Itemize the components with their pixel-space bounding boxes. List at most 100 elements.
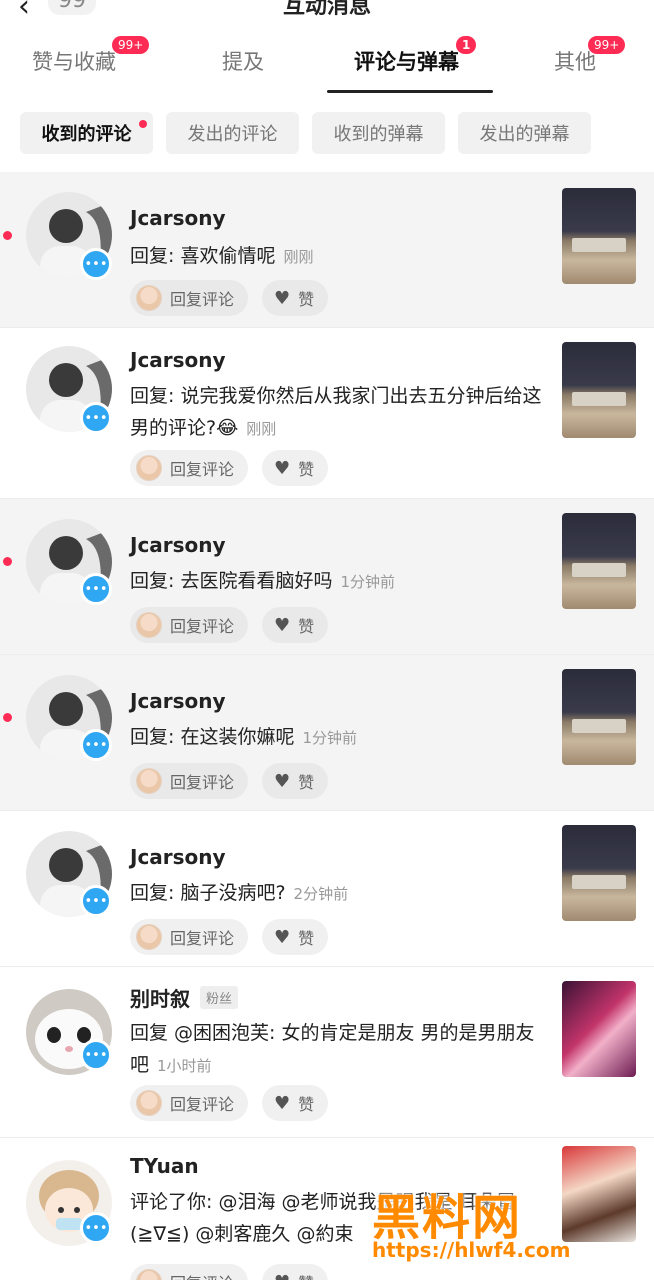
like-button[interactable]: ♥赞	[262, 450, 329, 486]
like-button[interactable]: ♥赞	[262, 280, 329, 316]
like-button[interactable]: ♥赞	[262, 919, 329, 955]
reply-comment-button[interactable]: 回复评论	[130, 1085, 249, 1121]
list-item[interactable]: ••• Jcarsony 回复: 喜欢偷情呢 刚刚 回复评论 ♥ 赞	[0, 172, 654, 328]
tab-badge: 99+	[588, 36, 626, 54]
username[interactable]: Jcarsony	[130, 689, 226, 713]
comment-text: 回复: 喜欢偷情呢 刚刚	[130, 245, 314, 267]
item-actions: 回复评论 ♥赞	[130, 919, 329, 955]
list-item[interactable]: ••• Jcarsony 回复: 在这装你嫲呢 1分钟前 回复评论 ♥ 赞	[0, 655, 654, 811]
item-actions: 回复评论 ♥赞	[130, 763, 329, 799]
tab-badge: 1	[456, 36, 477, 54]
like-button[interactable]: ♥赞	[262, 763, 329, 799]
list-item[interactable]: ••• TYuan 评论了你: @泪海 @老师说我是眼我是 耳朵冒 (≧∇≦) …	[0, 1138, 654, 1280]
unread-dot	[3, 713, 12, 722]
tab-label: 赞与收藏	[32, 50, 116, 74]
fan-tag: 粉丝	[200, 986, 239, 1009]
list-item[interactable]: ••• Jcarsony 回复: 说完我爱你然后从我家门出去五分钟后给这男的评论…	[0, 328, 654, 499]
list-item[interactable]: ••• 别时叙 粉丝 回复 @困困泡芙: 女的肯定是朋友 男的是男朋友吧 1小时前 …	[0, 967, 654, 1138]
tab-badge: 99+	[112, 36, 150, 54]
comment-text: 回复: 在这装你嫲呢 1分钟前	[130, 726, 357, 748]
like-button[interactable]: ♥赞	[262, 607, 329, 643]
comment-text: 回复: 脑子没病吧? 2分钟前	[130, 882, 349, 904]
tab-other[interactable]: 其他 99+	[554, 36, 626, 76]
comment-icon: •••	[80, 885, 112, 917]
page-title: 互动消息	[282, 0, 371, 19]
filter-sent-danmaku[interactable]: 发出的弹幕	[458, 112, 591, 154]
username[interactable]: TYuan	[130, 1154, 199, 1178]
item-actions: 回复评论 ♥赞	[130, 280, 329, 316]
like-button[interactable]: ♥赞	[262, 1085, 329, 1121]
username[interactable]: Jcarsony	[130, 206, 226, 230]
filter-received-danmaku[interactable]: 收到的弹幕	[312, 112, 445, 154]
my-avatar-icon	[136, 924, 162, 950]
filter-label: 收到的弹幕	[333, 124, 424, 145]
post-thumbnail[interactable]	[562, 1146, 636, 1242]
comment-text: 评论了你: @泪海 @老师说我是眼我是 耳朵冒 (≧∇≦) @刺客鹿久 @約束	[130, 1191, 516, 1245]
comment-icon: •••	[80, 573, 112, 605]
heart-icon: ♥	[274, 457, 291, 479]
reply-comment-button[interactable]: 回复评论	[130, 280, 249, 316]
my-avatar-icon	[136, 768, 162, 794]
my-avatar-icon	[136, 1269, 162, 1280]
username[interactable]: 别时叙 粉丝	[130, 983, 239, 1012]
like-button[interactable]: ♥赞	[262, 1264, 329, 1280]
my-avatar-icon	[136, 612, 162, 638]
tab-mentions[interactable]: 提及	[222, 46, 264, 76]
comment-list: ••• Jcarsony 回复: 喜欢偷情呢 刚刚 回复评论 ♥ 赞 ••• Jca…	[0, 172, 654, 1280]
comment-text: 回复: 说完我爱你然后从我家门出去五分钟后给这男的评论?😂 刚刚	[130, 385, 542, 439]
comment-icon: •••	[80, 729, 112, 761]
tab-label: 其他	[554, 50, 596, 74]
filter-label: 发出的评论	[187, 124, 278, 145]
filter-label: 收到的评论	[41, 124, 132, 145]
item-actions: 回复评论 ♥赞	[130, 1085, 329, 1121]
filter-received-comments[interactable]: 收到的评论	[20, 112, 153, 154]
item-actions: 回复评论 ♥赞	[130, 607, 329, 643]
tab-label: 评论与弹幕	[354, 50, 459, 74]
heart-icon: ♥	[274, 287, 291, 309]
filter-label: 发出的弹幕	[479, 124, 570, 145]
timestamp: 1小时前	[157, 1057, 212, 1075]
header: ‹ 99 互动消息	[0, 0, 654, 30]
reply-comment-button[interactable]: 回复评论	[130, 1264, 249, 1280]
post-thumbnail[interactable]	[562, 188, 636, 284]
username[interactable]: Jcarsony	[130, 845, 226, 869]
username[interactable]: Jcarsony	[130, 533, 226, 557]
username[interactable]: Jcarsony	[130, 348, 226, 372]
filter-bar: 收到的评论 发出的评论 收到的弹幕 发出的弹幕	[0, 108, 654, 158]
comment-text: 回复 @困困泡芙: 女的肯定是朋友 男的是男朋友吧 1小时前	[130, 1022, 535, 1076]
comment-icon: •••	[80, 402, 112, 434]
reply-comment-button[interactable]: 回复评论	[130, 919, 249, 955]
post-thumbnail[interactable]	[562, 342, 636, 438]
my-avatar-icon	[136, 285, 162, 311]
heart-icon: ♥	[274, 770, 291, 792]
unread-dot	[3, 231, 12, 240]
timestamp: 刚刚	[246, 420, 277, 438]
comment-icon: •••	[80, 1212, 112, 1244]
heart-icon: ♥	[274, 1272, 290, 1280]
heart-icon: ♥	[274, 926, 291, 948]
my-avatar-icon	[136, 455, 162, 481]
post-thumbnail[interactable]	[562, 513, 636, 609]
post-thumbnail[interactable]	[562, 669, 636, 765]
tab-comments-danmaku[interactable]: 评论与弹幕 1	[354, 36, 477, 76]
reply-comment-button[interactable]: 回复评论	[130, 607, 249, 643]
timestamp: 1分钟前	[340, 573, 395, 591]
timestamp: 2分钟前	[293, 885, 349, 903]
list-item[interactable]: ••• Jcarsony 回复: 脑子没病吧? 2分钟前 回复评论 ♥ 赞	[0, 811, 654, 967]
item-actions: 回复评论 ♥赞	[130, 1264, 329, 1280]
comment-icon: •••	[80, 248, 112, 280]
heart-icon: ♥	[274, 614, 291, 636]
filter-sent-comments[interactable]: 发出的评论	[166, 112, 299, 154]
post-thumbnail[interactable]	[562, 825, 636, 921]
my-avatar-icon	[136, 1090, 162, 1116]
reply-comment-button[interactable]: 回复评论	[130, 763, 249, 799]
post-thumbnail[interactable]	[562, 981, 636, 1077]
active-tab-indicator	[327, 90, 493, 93]
heart-icon: ♥	[274, 1092, 291, 1114]
tab-likes-favorites[interactable]: 赞与收藏 99+	[32, 36, 150, 76]
comment-icon: •••	[80, 1039, 112, 1071]
list-item[interactable]: ••• Jcarsony 回复: 去医院看看脑好吗 1分钟前 回复评论 ♥ 赞	[0, 499, 654, 655]
item-actions: 回复评论 ♥赞	[130, 450, 329, 486]
reply-comment-button[interactable]: 回复评论	[130, 450, 249, 486]
tab-label: 提及	[222, 50, 264, 74]
